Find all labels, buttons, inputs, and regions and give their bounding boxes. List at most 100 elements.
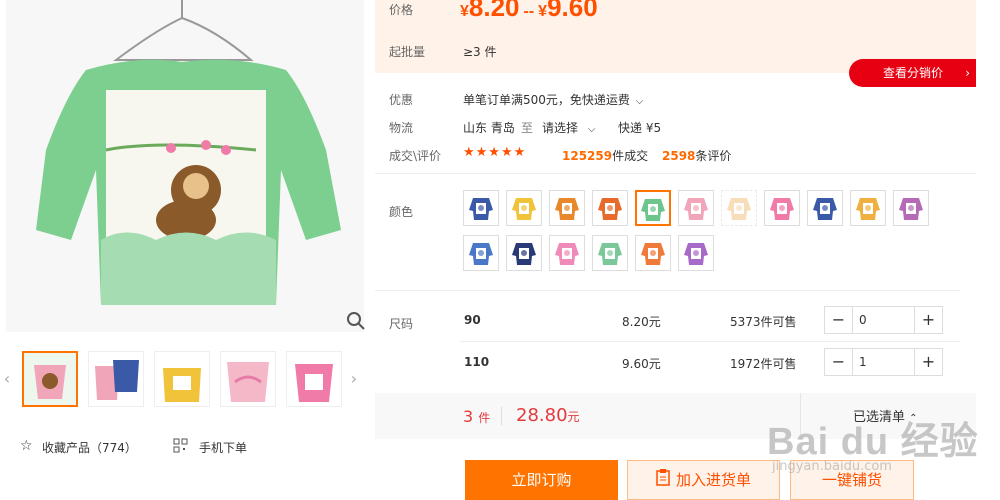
color-swatch[interactable] — [635, 190, 671, 226]
ship-from: 山东 青岛 — [463, 121, 515, 135]
divider — [375, 290, 960, 291]
selected-list-toggle[interactable]: 已选清单 ⌃ — [853, 406, 918, 425]
buy-now-button[interactable]: 立即订购 — [465, 460, 618, 500]
logistics-label: 物流 — [389, 121, 414, 135]
color-swatch[interactable] — [506, 235, 542, 271]
rating-stars: ★★★★★ — [463, 145, 527, 160]
quantity-stepper: − 0 + — [824, 306, 943, 334]
color-swatch[interactable] — [721, 190, 757, 226]
favorite-row: ☆ 收藏产品（774） 手机下单 — [20, 438, 360, 456]
color-swatch[interactable] — [549, 235, 585, 271]
increment-button[interactable]: + — [914, 349, 942, 375]
promo-label: 优惠 — [389, 93, 414, 107]
bib-swatch-icon — [512, 243, 536, 265]
selected-total: 28.80元 — [516, 405, 580, 426]
color-swatch[interactable] — [635, 235, 671, 271]
size-stock: 5373件可售 — [730, 315, 797, 329]
thumbnail[interactable] — [286, 351, 342, 407]
quantity-input[interactable]: 0 — [859, 313, 867, 327]
view-distribution-price-button[interactable]: 查看分销价 › — [849, 59, 976, 87]
quick-stock-button[interactable]: 一键铺货 — [790, 460, 914, 500]
chevron-right-icon: › — [965, 66, 970, 80]
price-label: 价格 — [389, 3, 414, 17]
thumb-next-icon[interactable]: › — [347, 369, 361, 389]
bib-swatch-icon — [813, 198, 837, 220]
mobile-order-link[interactable]: 手机下单 — [199, 439, 247, 456]
star-outline-icon: ☆ — [20, 438, 33, 454]
size-row: 90 8.20元 5373件可售 − 0 + — [375, 301, 976, 341]
zoom-icon[interactable] — [346, 311, 366, 331]
bib-swatch-icon — [641, 199, 665, 221]
moq-value: ≥3 件 — [463, 45, 497, 59]
size-row: 110 9.60元 1972件可售 − 1 + — [375, 343, 976, 383]
ship-to-word: 至 — [521, 121, 534, 135]
price-low: 8.20 — [468, 0, 520, 22]
color-swatch[interactable] — [678, 190, 714, 226]
decrement-button[interactable]: − — [825, 349, 853, 375]
price-range: ¥8.20 -- ¥9.60 — [460, 0, 598, 23]
color-swatch[interactable] — [506, 190, 542, 226]
divider — [375, 173, 976, 174]
bib-illustration — [36, 0, 341, 305]
size-price: 8.20元 — [622, 315, 661, 329]
add-to-cart-button[interactable]: 加入进货单 — [627, 460, 780, 500]
divider — [501, 407, 502, 425]
bib-swatch-icon — [684, 198, 708, 220]
bib-swatch-icon — [684, 243, 708, 265]
color-swatch[interactable] — [764, 190, 800, 226]
color-swatch[interactable] — [893, 190, 929, 226]
color-swatch[interactable] — [807, 190, 843, 226]
deals-label: 成交\评价 — [389, 149, 442, 163]
size-name: 90 — [464, 313, 481, 327]
shipping-method: 快递 ¥5 — [618, 121, 662, 135]
bib-swatch-icon — [770, 198, 794, 220]
order-summary: 3 件 28.80元 已选清单 ⌃ — [375, 393, 976, 439]
bib-swatch-icon — [727, 198, 751, 220]
color-swatch[interactable] — [463, 235, 499, 271]
bib-swatch-icon — [856, 198, 880, 220]
thumb-prev-icon[interactable]: ‹ — [0, 369, 14, 389]
bib-swatch-icon — [469, 198, 493, 220]
moq-label: 起批量 — [389, 45, 426, 59]
main-product-image[interactable] — [6, 0, 366, 332]
divider — [460, 341, 960, 342]
color-swatch[interactable] — [678, 235, 714, 271]
color-swatch[interactable] — [850, 190, 886, 226]
bib-swatch-icon — [598, 198, 622, 220]
selected-quantity: 3 件 — [463, 407, 491, 426]
thumbnail[interactable] — [22, 351, 78, 407]
favorite-button[interactable]: 收藏产品（774） — [42, 439, 137, 456]
quantity-input[interactable]: 1 — [859, 355, 867, 369]
bib-swatch-icon — [598, 243, 622, 265]
divider — [800, 393, 801, 439]
reviews-count[interactable]: 2598条评价 — [662, 147, 731, 164]
thumbnail[interactable] — [88, 351, 144, 407]
decrement-button[interactable]: − — [825, 307, 853, 333]
bib-swatch-icon — [555, 243, 579, 265]
clipboard-icon — [656, 462, 670, 500]
size-name: 110 — [464, 355, 490, 369]
bib-swatch-icon — [512, 198, 536, 220]
chevron-down-icon: ⌵ — [587, 124, 596, 135]
bib-swatch-icon — [899, 198, 923, 220]
chevron-up-icon: ⌃ — [909, 413, 918, 424]
size-stock: 1972件可售 — [730, 357, 797, 371]
promo-text[interactable]: 单笔订单满500元，免快递运费 ⌵ — [463, 91, 643, 108]
size-price: 9.60元 — [622, 357, 661, 371]
price-high: 9.60 — [547, 0, 598, 22]
thumbnail[interactable] — [220, 351, 276, 407]
increment-button[interactable]: + — [914, 307, 942, 333]
color-swatch[interactable] — [549, 190, 585, 226]
thumbnail[interactable] — [154, 351, 210, 407]
color-label: 颜色 — [389, 205, 414, 219]
qr-code-icon — [173, 438, 188, 456]
deals-count[interactable]: 125259件成交 — [562, 147, 648, 164]
bib-swatch-icon — [641, 243, 665, 265]
bib-swatch-icon — [555, 198, 579, 220]
destination-select[interactable]: 请选择 ⌵ — [542, 119, 595, 136]
color-swatch[interactable] — [463, 190, 499, 226]
color-swatch[interactable] — [592, 190, 628, 226]
chevron-down-icon: ⌵ — [635, 96, 644, 107]
color-swatch[interactable] — [592, 235, 628, 271]
thumbnail-strip: ‹ › — [0, 347, 365, 409]
